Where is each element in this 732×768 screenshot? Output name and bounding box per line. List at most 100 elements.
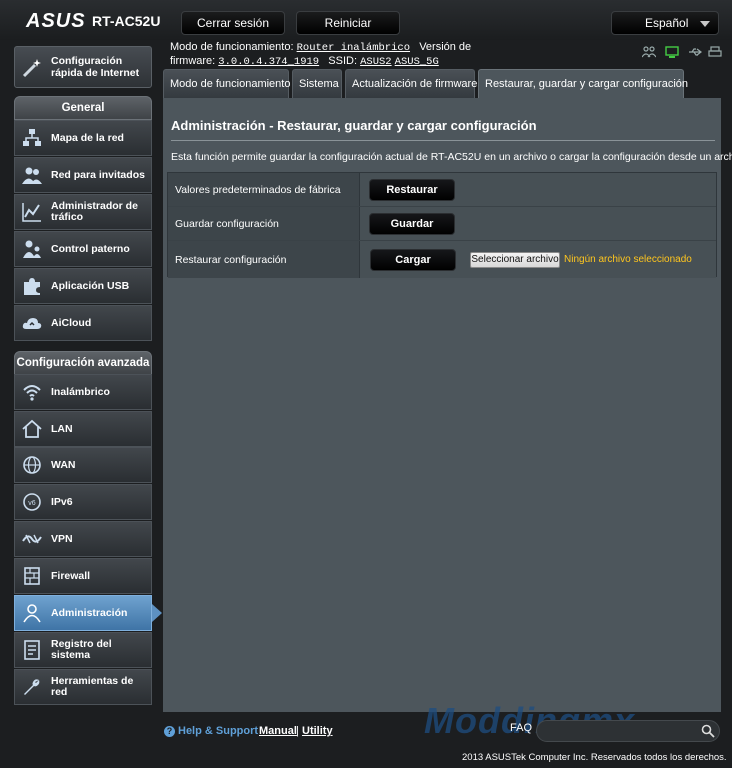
table-row: Restaurar configuración Cargar Seleccion… [168,241,716,278]
general-header: General [14,96,152,120]
logout-button[interactable]: Cerrar sesión [181,11,285,35]
ssid-link-2[interactable]: ASUS_5G [395,56,439,68]
firewall-icon [24,567,40,585]
table-row: Valores predeterminados de fábrica Resta… [168,173,716,207]
sidebar-item-traffic-manager[interactable]: Administrador de tráfico [14,194,152,230]
sidebar-item-wan[interactable]: WAN [14,447,152,483]
ipv6-icon: v6 [23,493,41,511]
network-map-icon [23,129,41,146]
sidebar-item-label: WAN [51,458,76,471]
svg-text:v6: v6 [28,500,36,507]
sidebar-item-wireless[interactable]: Inalámbrico [14,374,152,410]
copyright-text: 2013 ASUSTek Computer Inc. Reservados to… [462,752,727,763]
choose-file-button[interactable]: Seleccionar archivo [470,252,560,268]
asus-logo: ASUS [26,10,86,32]
search-icon[interactable] [701,724,715,738]
sidebar-item-label: VPN [51,532,73,545]
printer-icon[interactable] [708,46,722,58]
model-name: RT-AC52U [92,13,161,29]
utility-link[interactable]: Utility [302,725,333,737]
row-label: Guardar configuración [168,207,360,240]
language-label: Español [645,16,689,30]
reboot-button[interactable]: Reiniciar [296,11,400,35]
manual-link[interactable]: Manual [259,725,297,737]
sidebar-item-aicloud[interactable]: AiCloud [14,305,152,341]
ssid-link-1[interactable]: ASUS2 [360,56,392,68]
sidebar-item-system-log[interactable]: Registro del sistema [14,632,152,668]
row-label: Restaurar configuración [168,241,360,278]
save-button[interactable]: Guardar [369,213,455,235]
sidebar-item-label: Administración [51,606,128,619]
top-bar: ASUS RT-AC52U Cerrar sesión Reiniciar Es… [0,0,732,40]
sidebar-item-label: LAN [51,422,73,435]
wrench-icon [24,679,40,695]
main-panel: Administración - Restaurar, guardar y ca… [163,98,732,712]
sidebar-item-label: IPv6 [51,495,73,508]
sidebar-item-vpn[interactable]: VPN [14,521,152,557]
clients-icon[interactable] [642,46,656,58]
page-description: Esta función permite guardar la configur… [171,151,732,163]
sidebar-item-label: Firewall [51,569,91,582]
sidebar-item-administration[interactable]: Administración [14,595,162,631]
ssid-label: SSID: [328,55,358,67]
page-title: Administración - Restaurar, guardar y ca… [171,118,537,133]
mode-label: Modo de funcionamiento: [170,41,294,53]
system-log-icon [24,640,40,660]
sidebar-item-label: Red para invitados [51,168,145,181]
sidebar-item-lan[interactable]: LAN [14,411,152,447]
sidebar-item-network-map[interactable]: Mapa de la red [14,120,152,156]
chevron-down-icon [700,21,710,27]
traffic-manager-icon [22,203,41,222]
upload-button[interactable]: Cargar [370,249,456,271]
globe-icon [23,456,41,474]
mode-link[interactable]: Router inalámbrico [297,42,410,54]
row-label: Valores predeterminados de fábrica [168,173,360,206]
wireless-icon [23,385,41,401]
usb-status-icon[interactable] [688,46,702,58]
table-row: Guardar configuración Guardar [168,207,716,241]
sidebar-item-label: Administrador de tráfico [51,200,138,223]
sidebar-item-ipv6[interactable]: v6 IPv6 [14,484,152,520]
sidebar-item-firewall[interactable]: Firewall [14,558,152,594]
parental-control-icon [23,240,41,258]
status-icons [628,46,722,62]
faq-label: FAQ [510,722,533,734]
sidebar-item-label: Herramientas de red [51,675,134,698]
sidebar-item-label: Aplicación USB [51,279,130,292]
sidebar-item-label: AiCloud [51,316,92,329]
magic-wand-icon [22,59,41,78]
help-support-link[interactable]: ? Help & Support [164,725,258,737]
footer: Moddingmx ? Help & Support Manual | Utili… [0,700,732,768]
tab-operation-mode[interactable]: Modo de funcionamiento [163,69,290,98]
title-divider [171,140,715,141]
settings-table: Valores predeterminados de fábrica Resta… [167,172,717,278]
internet-status-icon[interactable] [665,46,679,58]
footer-separator: | [296,725,299,737]
administration-icon [23,604,41,623]
faq-search-input[interactable] [536,720,720,742]
tab-system[interactable]: Sistema [292,69,342,98]
puzzle-icon [24,278,40,295]
sidebar-item-parental-control[interactable]: Control paterno [14,231,152,267]
restore-button[interactable]: Restaurar [369,179,455,201]
firmware-link[interactable]: 3.0.0.4.374_1919 [218,56,319,68]
sidebar-item-usb-application[interactable]: Aplicación USB [14,268,152,304]
advanced-header: Configuración avanzada [14,351,152,375]
quick-setup-button[interactable]: Configuración rápida de Internet [14,46,152,88]
cloud-icon [22,318,42,329]
sidebar-item-guest-network[interactable]: Red para invitados [14,157,152,193]
firmware-label: Versión de [419,41,472,53]
vpn-icon [22,534,42,544]
sidebar-item-label: Control paterno [51,242,130,255]
active-indicator [152,604,162,622]
tab-firmware-upgrade[interactable]: Actualización de firmware [345,69,477,98]
language-select[interactable]: Español [611,11,719,35]
file-status-text: Ningún archivo seleccionado [564,254,692,265]
help-icon: ? [164,726,175,737]
tab-restore-save-upload[interactable]: Restaurar, guardar y cargar configuració… [478,69,688,98]
help-label: Help & Support [178,725,259,737]
firmware-label-2: firmware: [170,55,216,67]
sidebar-item-label: Inalámbrico [51,385,110,398]
sidebar-item-network-tools[interactable]: Herramientas de red [14,669,152,705]
guest-network-icon [22,167,42,184]
